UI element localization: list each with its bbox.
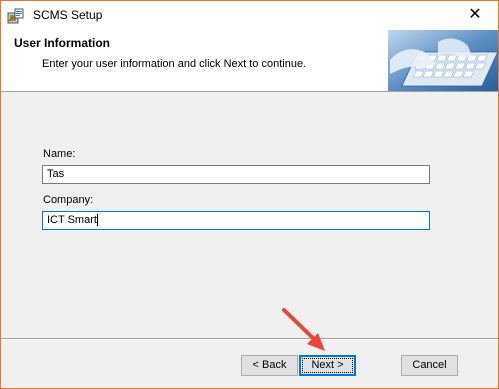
focus-rectangle [302, 358, 353, 373]
setup-window: SCMS Setup ✕ User Information Enter your… [0, 0, 499, 389]
close-icon: ✕ [468, 6, 482, 23]
company-label: Company: [43, 194, 94, 206]
company-value: ICT Smart [47, 214, 97, 226]
text-caret [96, 214, 98, 227]
cancel-button[interactable]: Cancel [401, 355, 458, 376]
page-subtitle: Enter your user information and click Ne… [42, 58, 307, 70]
name-value: Tas [47, 168, 65, 180]
title-bar[interactable]: SCMS Setup ✕ [1, 1, 498, 30]
name-field[interactable]: Tas [42, 165, 430, 184]
page-title: User Information [14, 36, 111, 50]
name-label: Name: [43, 148, 76, 160]
setup-package-icon [7, 8, 24, 24]
window-title: SCMS Setup [33, 8, 103, 22]
back-button[interactable]: < Back [241, 355, 298, 376]
next-button[interactable]: Next > [299, 355, 356, 376]
footer-divider [1, 338, 498, 340]
company-field[interactable]: ICT Smart [42, 211, 430, 230]
wizard-header: User Information Enter your user informa… [1, 30, 498, 92]
close-button[interactable]: ✕ [452, 1, 498, 30]
keyboard-typing-image [388, 30, 498, 91]
